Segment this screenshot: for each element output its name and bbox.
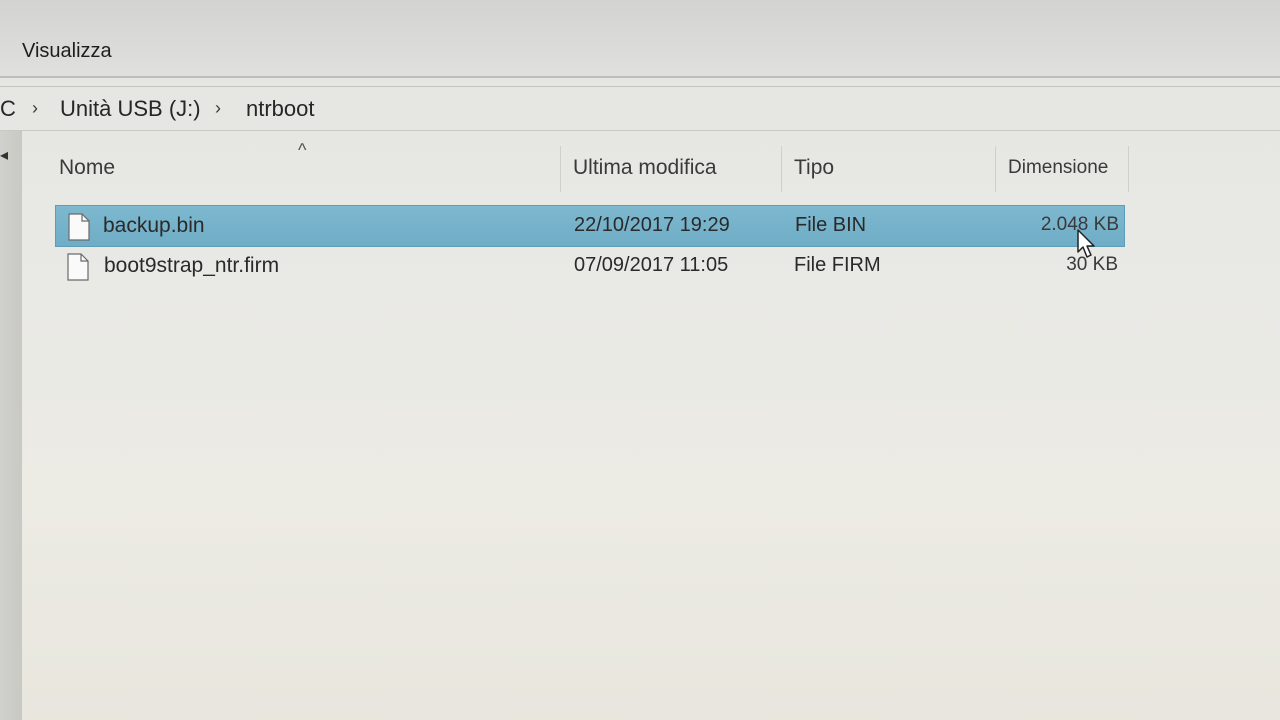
collapse-arrow-icon[interactable]: ◂ [0,145,8,165]
breadcrumb-usb-drive[interactable]: Unità USB (J:) [60,96,201,122]
file-modified: 07/09/2017 11:05 [574,254,729,276]
file-icon [67,253,89,286]
file-size: 2.048 KB [1040,214,1119,235]
column-divider[interactable] [1128,146,1129,192]
file-name: backup.bin [103,214,205,237]
column-divider[interactable] [995,146,996,192]
file-type: File BIN [795,214,867,236]
column-header-name[interactable]: Nome [59,156,115,180]
ribbon-divider [0,76,1280,78]
file-explorer-window: Visualizza C › Unità USB (J:) › ntrboot … [0,0,1280,720]
column-divider[interactable] [781,146,782,192]
file-name: boot9strap_ntr.firm [104,254,280,277]
file-row[interactable]: boot9strap_ntr.firm 07/09/2017 11:05 Fil… [55,246,1123,286]
column-divider[interactable] [560,146,561,192]
mouse-pointer-icon [1076,228,1098,265]
breadcrumb-ntrboot[interactable]: ntrboot [246,96,315,122]
column-header-type[interactable]: Tipo [794,156,834,180]
sort-ascending-icon: ^ [298,140,307,160]
chevron-right-icon[interactable]: › [32,98,38,119]
column-header-modified[interactable]: Ultima modifica [573,156,717,180]
breadcrumb-root[interactable]: C [0,96,16,122]
column-header-size[interactable]: Dimensione [1008,157,1108,179]
navigation-pane[interactable]: ◂ [0,131,22,720]
chevron-right-icon[interactable]: › [215,98,221,119]
file-type: File FIRM [794,254,881,276]
address-bar-divider [0,130,1280,131]
ribbon-divider-secondary [0,86,1280,87]
file-icon [68,213,90,246]
address-bar[interactable]: C › Unità USB (J:) › ntrboot [0,90,1280,128]
file-row[interactable]: backup.bin 22/10/2017 19:29 File BIN 2.0… [55,205,1125,247]
file-size: 30 KB [1066,254,1118,275]
file-modified: 22/10/2017 19:29 [574,214,730,236]
ribbon: Visualizza [0,0,1280,78]
column-headers: ^ Nome Ultima modifica Tipo Dimensione [40,140,1140,192]
tab-view[interactable]: Visualizza [22,40,112,63]
